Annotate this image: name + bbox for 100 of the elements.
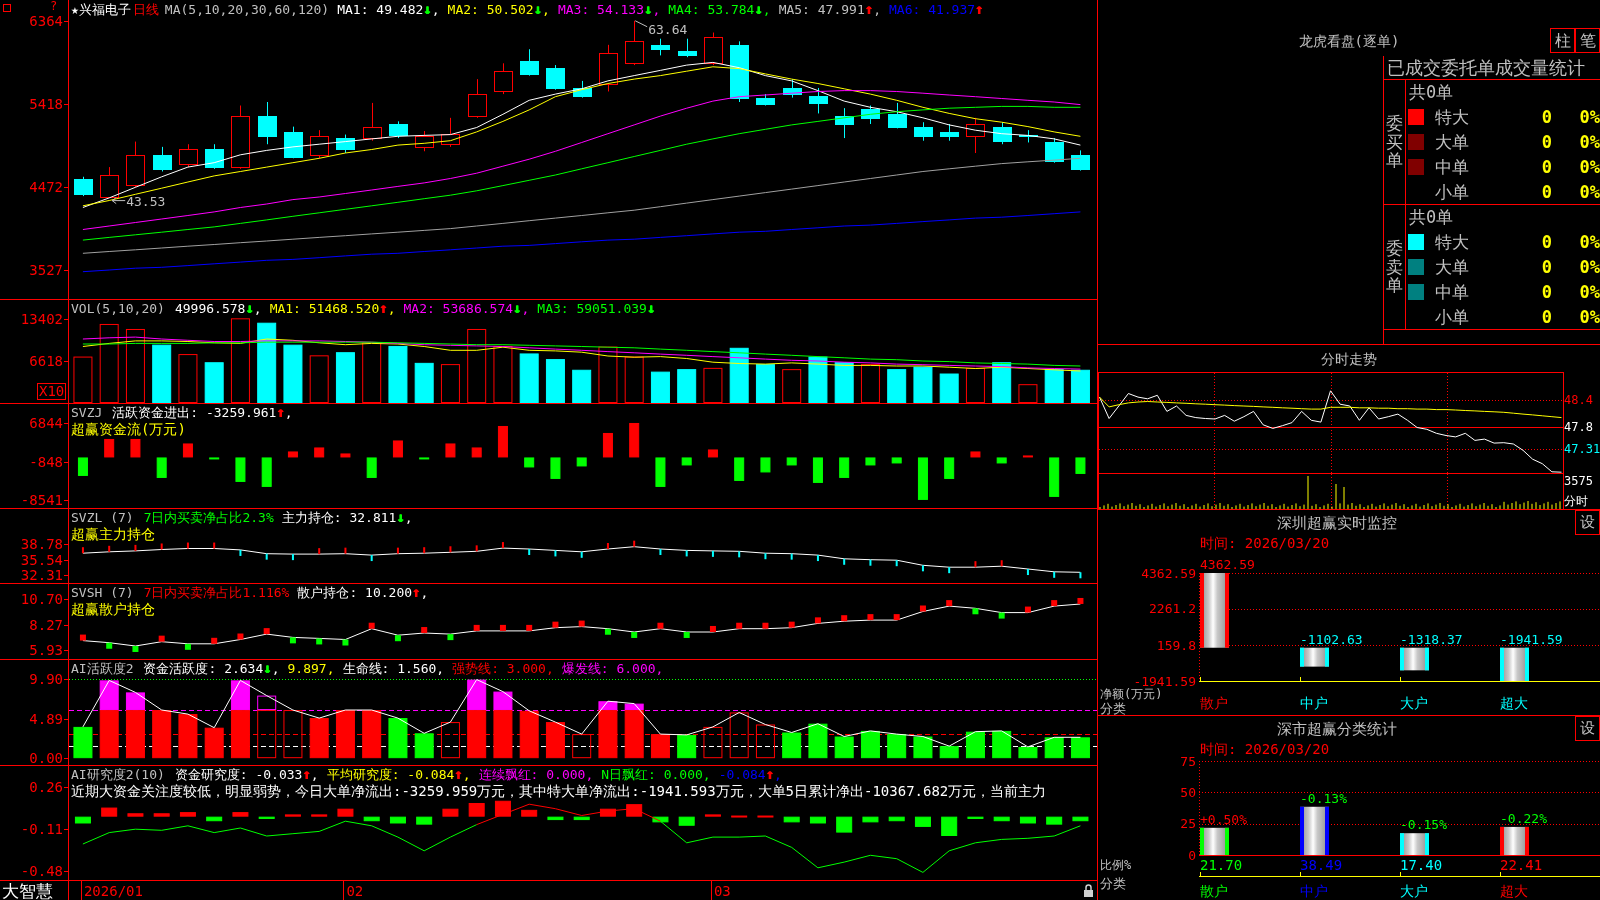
change-marker xyxy=(132,645,139,652)
fund-flow-bar xyxy=(1075,457,1086,474)
volume-bar xyxy=(545,359,565,403)
view-toggle-button[interactable]: 笔 xyxy=(1575,28,1600,53)
activity-bar xyxy=(572,734,592,759)
indicator-readout: 7日内买卖净占比2.3% xyxy=(143,510,274,525)
candlestick xyxy=(1071,149,1090,172)
candlestick xyxy=(74,176,93,197)
volume-bar xyxy=(834,362,854,403)
indicator-readout: MA3: 59051.039↓ xyxy=(537,301,656,316)
change-marker xyxy=(738,551,741,558)
axis-label: 13402 xyxy=(20,310,63,327)
volume-bar xyxy=(283,344,303,403)
research-bar xyxy=(836,816,853,833)
change-marker xyxy=(736,622,743,629)
change-marker xyxy=(709,625,716,632)
axis-label: -0.48 xyxy=(20,863,63,880)
change-marker xyxy=(867,614,874,621)
settings-button[interactable]: 设 xyxy=(1575,716,1600,741)
change-marker xyxy=(711,550,714,557)
volume-bar xyxy=(650,371,670,403)
fund-flow-bar xyxy=(944,457,955,479)
candlestick xyxy=(1019,129,1038,143)
volume-bar xyxy=(808,356,828,403)
order-count: 0 xyxy=(1540,132,1552,152)
axis-label: 4362.59 xyxy=(1141,565,1196,581)
fund-flow-bar xyxy=(392,440,403,458)
leader-arrow xyxy=(111,197,126,205)
change-marker xyxy=(108,545,111,552)
candlestick xyxy=(153,146,172,172)
order-count: 0 xyxy=(1540,181,1552,202)
volume-bar xyxy=(335,352,355,403)
activity-bar xyxy=(887,734,907,759)
activity-bar xyxy=(362,710,382,759)
indicator-readout: 生命线: 1.560, xyxy=(342,661,445,676)
fund-flow-bar xyxy=(865,457,876,466)
change-marker xyxy=(554,550,557,557)
group-total: 共0单 xyxy=(1409,207,1454,228)
category-bar xyxy=(1300,806,1329,855)
change-marker xyxy=(659,549,662,555)
order-count: 0 xyxy=(1540,306,1552,327)
order-size-label: 大单 xyxy=(1435,257,1470,277)
settings-button[interactable]: 设 xyxy=(1575,510,1600,535)
group-total: 共0单 xyxy=(1409,82,1454,103)
axis-label: 10.70 xyxy=(20,590,63,607)
axis-label: 159.8 xyxy=(1156,637,1196,653)
date-label: 时间: 2026/03/20 xyxy=(1200,742,1330,756)
research-bar xyxy=(547,816,564,821)
change-marker xyxy=(265,553,268,560)
indicator-readout: 资金研究度: -0.033↑, xyxy=(174,767,319,782)
date-label: 02 xyxy=(346,883,364,899)
change-marker xyxy=(843,558,846,565)
axis-label: 4.89 xyxy=(29,710,63,727)
activity-bar xyxy=(204,727,224,759)
help-mark[interactable]: ? xyxy=(50,0,58,13)
fund-flow-bar xyxy=(445,443,456,458)
research-bar xyxy=(206,816,223,822)
research-bar xyxy=(888,816,905,822)
fund-flow-bar xyxy=(471,447,482,458)
candlestick xyxy=(284,126,303,159)
research-bar xyxy=(258,816,275,819)
change-marker xyxy=(633,540,636,547)
activity-bar xyxy=(73,726,93,759)
fund-flow-bar xyxy=(655,457,666,487)
candlestick xyxy=(389,120,408,139)
change-marker xyxy=(184,643,191,650)
table-title: 已成交委托单成交量统计 xyxy=(1387,57,1585,78)
volume-bar xyxy=(887,369,907,403)
view-toggle-button[interactable]: 柱 xyxy=(1550,28,1575,53)
research-bar xyxy=(494,800,511,817)
fund-flow-bar xyxy=(77,457,88,476)
order-share: 0% xyxy=(1578,232,1600,253)
candlestick xyxy=(940,123,959,142)
change-marker xyxy=(291,554,294,561)
volume-bar xyxy=(388,345,408,403)
activity-bar xyxy=(519,710,539,759)
research-bar xyxy=(862,816,879,823)
indicator-readout: -0.084↑, xyxy=(718,767,782,782)
value-label: -1941.59 xyxy=(1500,631,1563,647)
activity-bar xyxy=(992,730,1012,759)
change-marker xyxy=(368,622,375,629)
candlestick xyxy=(520,48,539,77)
activity-bar xyxy=(965,731,985,759)
research-bar xyxy=(1072,816,1089,822)
candlestick xyxy=(468,78,487,119)
fund-flow-bar xyxy=(497,426,508,458)
indicator-description: 超赢散户持仓 xyxy=(71,601,155,617)
order-size-label: 大单 xyxy=(1435,132,1470,152)
change-marker xyxy=(606,543,609,549)
indicator-readout: MA6: 41.937↑ xyxy=(889,2,984,17)
date-label: 2026/01 xyxy=(83,883,143,899)
indicator-title: AI研究度2(10) xyxy=(71,767,165,782)
change-marker xyxy=(237,633,244,640)
change-marker xyxy=(893,614,900,621)
order-size-label: 小单 xyxy=(1435,306,1470,327)
research-bar xyxy=(704,814,721,817)
change-marker xyxy=(316,638,323,645)
axis-label: 0.00 xyxy=(29,750,63,765)
fund-flow-bar xyxy=(366,457,377,478)
axis-title: 分类 xyxy=(1100,701,1126,715)
